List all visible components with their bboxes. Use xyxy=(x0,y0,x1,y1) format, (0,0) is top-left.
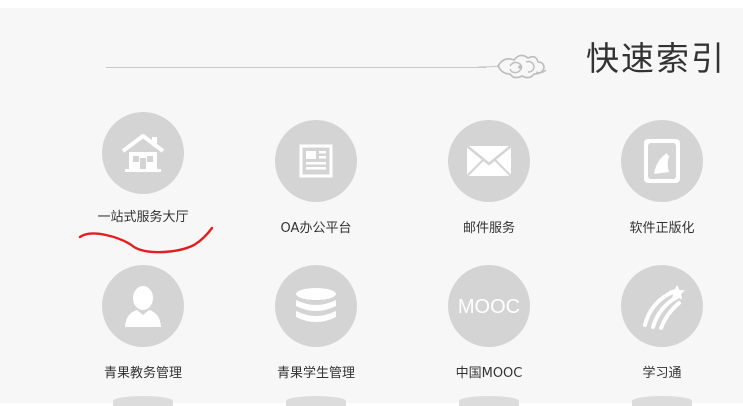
tile-oa-office-platform[interactable]: OA办公平台 xyxy=(241,120,391,237)
tile-label: 学习通 xyxy=(642,366,682,381)
tile-label: 青果学生管理 xyxy=(276,366,355,381)
tile-icon-circle xyxy=(621,120,703,202)
tile-label: 软件正版化 xyxy=(629,221,695,236)
header-divider xyxy=(106,67,486,68)
tile-icon-circle xyxy=(448,120,530,202)
tile-icon-circle xyxy=(621,265,703,347)
cloud-ornament-icon xyxy=(477,54,547,79)
tile-label: 一站式服务大厅 xyxy=(97,210,189,225)
tile-xuexitong[interactable]: 学习通 xyxy=(587,265,737,382)
user-silhouette-icon xyxy=(125,286,161,327)
tile-mail-service[interactable]: 邮件服务 xyxy=(414,120,564,237)
next-row-icon-peek xyxy=(113,396,173,406)
shooting-star-icon xyxy=(643,285,685,330)
next-row-icon-peek xyxy=(459,396,519,406)
tile-one-stop-service-hall[interactable]: 一站式服务大厅 xyxy=(68,112,218,226)
software-disc-icon xyxy=(644,139,680,183)
tile-icon-circle xyxy=(102,112,184,194)
tile-icon-circle: MOOC xyxy=(448,265,530,347)
tile-icon-circle xyxy=(275,265,357,347)
newspaper-icon xyxy=(299,144,333,178)
mooc-logo-icon: MOOC xyxy=(458,296,520,318)
tile-icon-circle xyxy=(102,265,184,347)
tile-genuine-software[interactable]: 软件正版化 xyxy=(587,120,737,237)
tile-label: 中国MOOC xyxy=(455,366,523,381)
tile-qingguo-student-management[interactable]: 青果学生管理 xyxy=(241,265,391,382)
svg-text:MOOC: MOOC xyxy=(458,296,520,318)
next-row-icon-peek xyxy=(286,396,346,406)
tile-qingguo-academic-management[interactable]: 青果教务管理 xyxy=(68,265,218,382)
tile-china-mooc[interactable]: MOOC 中国MOOC xyxy=(414,265,564,382)
database-icon xyxy=(296,288,336,322)
tile-label: 青果教务管理 xyxy=(103,366,182,381)
tile-label: OA办公平台 xyxy=(280,221,352,236)
tile-label: 邮件服务 xyxy=(462,221,515,236)
tile-icon-circle xyxy=(275,120,357,202)
envelope-icon xyxy=(466,145,512,177)
next-row-icon-peek xyxy=(632,396,692,406)
page-title: 快速索引 xyxy=(586,39,726,78)
house-icon xyxy=(121,134,165,172)
